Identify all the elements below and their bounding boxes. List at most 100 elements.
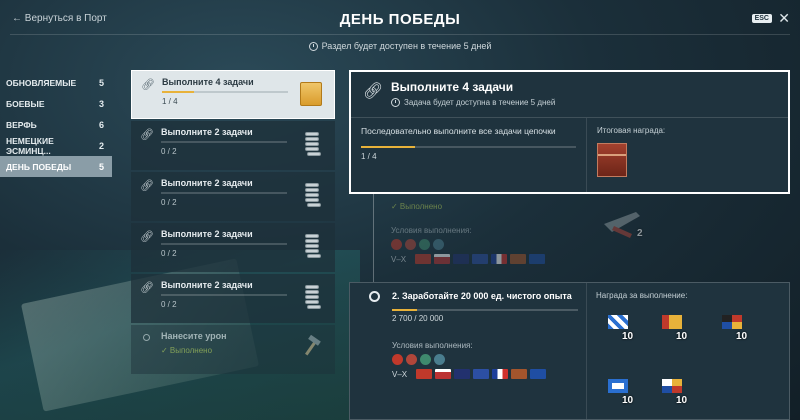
chain-link-icon: 🔗︎	[140, 180, 154, 192]
task-detail-progress-bar	[361, 146, 576, 148]
signal-count: 10	[622, 331, 634, 342]
sidebar-item-count: 3	[98, 98, 104, 109]
signal-flag-5[interactable]: 10	[662, 379, 688, 407]
signal-count: 10	[622, 395, 634, 406]
sidebar-item-combat[interactable]: БОЕВЫЕ 3	[0, 93, 112, 114]
signal-count: 10	[736, 331, 748, 342]
task-card[interactable]: 🔗︎ Выполните 2 задачи 0 / 2	[131, 223, 335, 272]
signal-flag-3[interactable]: 10	[722, 315, 748, 343]
scenario-battle-icon	[433, 239, 444, 250]
sidebar-item-label: ДЕНЬ ПОБЕДЫ	[6, 161, 72, 172]
sidebar-item-german-destroyers[interactable]: НЕМЕЦКИЕ ЭСМИНЦ... 2	[0, 135, 112, 156]
step-progress-section: 2. Заработайте 20 000 ед. чистого опыта …	[392, 291, 587, 323]
task-detail-card: 🔗︎ Выполните 4 задачи Задача будет досту…	[349, 70, 790, 194]
signal-flag-icon	[662, 315, 682, 329]
credits-coins-icon	[303, 132, 321, 156]
step1-reward-count: 2	[637, 228, 643, 239]
task-card-completed[interactable]: Нанесите урон ✓ Выполнено	[131, 325, 335, 374]
task-progress-bar	[161, 192, 287, 194]
header-divider	[10, 34, 790, 35]
signal-flag-1[interactable]: 10	[608, 315, 634, 343]
final-reward-section: Итоговая награда:	[587, 118, 675, 192]
flag-usa-icon	[435, 369, 452, 379]
step-progress-text: 2 700 / 20 000	[392, 314, 444, 323]
coop-battle-icon	[420, 354, 431, 365]
step-completed: ✓ Выполнено Условия выполнения: V–X 2	[349, 196, 790, 278]
flag-ussr-icon	[415, 254, 432, 264]
sidebar-item-victory-day[interactable]: ДЕНЬ ПОБЕДЫ 5	[0, 156, 112, 177]
task-detail-header: 🔗︎ Выполните 4 задачи Задача будет досту…	[351, 72, 788, 118]
task-card[interactable]: 🔗︎ Выполните 4 задачи 1 / 4	[131, 70, 335, 119]
task-progress-bar	[161, 141, 287, 143]
step-conditions: Условия выполнения: V–X	[391, 226, 546, 264]
tier-range: V–X	[391, 254, 407, 264]
random-battle-icon	[391, 239, 402, 250]
section-availability-text: Раздел будет доступен в течение 5 дней	[321, 41, 492, 51]
random-battle-icon	[392, 354, 403, 365]
signal-flag-4[interactable]: 10	[608, 379, 634, 407]
flag-pan-europe-icon	[472, 254, 489, 264]
signal-flag-2[interactable]: 10	[662, 315, 688, 343]
sidebar-item-shipyard[interactable]: ВЕРФЬ 6	[0, 114, 112, 135]
sidebar-item-count: 5	[98, 161, 104, 172]
task-progress-bar	[161, 243, 287, 245]
flag-pan-asia-icon	[529, 254, 546, 264]
signal-flag-icon	[608, 379, 628, 393]
clock-icon	[308, 41, 318, 51]
task-card[interactable]: 🔗︎ Выполните 2 задачи 0 / 2	[131, 121, 335, 170]
credits-coins-icon	[303, 183, 321, 207]
flag-usa-icon	[434, 254, 451, 264]
tier-range: V–X	[392, 369, 408, 379]
sidebar-item-updatable[interactable]: ОБНОВЛЯЕМЫЕ 5	[0, 72, 112, 93]
coop-battle-icon	[419, 239, 430, 250]
credits-coins-icon	[303, 234, 321, 258]
step-title: 2. Заработайте 20 000 ед. чистого опыта	[392, 291, 572, 301]
esc-key-badge: ESC	[751, 14, 772, 23]
task-availability-text: Задача будет доступна в течение 5 дней	[404, 98, 556, 107]
sidebar-item-label: НЕМЕЦКИЕ ЭСМИНЦ...	[6, 135, 54, 156]
signal-count: 10	[676, 331, 688, 342]
sidebar-item-count: 2	[98, 140, 104, 151]
chain-link-icon: 🔗︎	[140, 282, 154, 294]
task-description: Последовательно выполните все задачи цеп…	[361, 126, 556, 136]
plane-camouflage-icon	[604, 212, 640, 238]
task-availability: Задача будет доступна в течение 5 дней	[391, 98, 778, 107]
chain-link-icon: 🔗︎	[140, 129, 154, 141]
ranked-battle-icon	[406, 354, 417, 365]
scenario-battle-icon	[434, 354, 445, 365]
task-card[interactable]: 🔗︎ Выполните 2 задачи 0 / 2	[131, 274, 335, 323]
task-detail-panel: 🔗︎ Выполните 4 задачи Задача будет досту…	[349, 70, 790, 420]
conditions-label: Условия выполнения:	[391, 226, 472, 235]
sidebar-item-label: ВЕРФЬ	[6, 119, 37, 130]
step-completed-label: ✓ Выполнено	[391, 202, 443, 211]
final-reward-label: Итоговая награда:	[597, 126, 666, 135]
task-card[interactable]: 🔗︎ Выполните 2 задачи 0 / 2	[131, 172, 335, 221]
signal-flag-icon	[662, 379, 682, 393]
credits-coins-icon	[303, 285, 321, 309]
signal-flag-icon	[608, 315, 628, 329]
header: ← Вернуться в Порт ДЕНЬ ПОБЕДЫ ESC ✕	[0, 0, 800, 40]
signal-count: 10	[676, 395, 688, 406]
flag-uk-icon	[453, 254, 470, 264]
hammer-icon	[305, 335, 321, 356]
category-sidebar: ОБНОВЛЯЕМЫЕ 5 БОЕВЫЕ 3 ВЕРФЬ 6 НЕМЕЦКИЕ …	[0, 72, 112, 177]
signal-flag-icon	[722, 315, 742, 329]
flag-uk-icon	[454, 369, 471, 379]
step-progress-bar	[392, 309, 578, 311]
battle-type-icons	[391, 239, 545, 250]
sidebar-item-count: 5	[98, 77, 104, 88]
step-reward-label: Награда за выполнение:	[596, 291, 688, 300]
flag-pan-asia-icon	[530, 369, 547, 379]
step-reward-section: Награда за выполнение: 10 10 10 10 10	[596, 291, 786, 406]
task-list: 🔗︎ Выполните 4 задачи 1 / 4 🔗︎ Выполните…	[131, 70, 335, 376]
flag-commonwealth-icon	[511, 369, 528, 379]
sidebar-item-label: БОЕВЫЕ	[6, 98, 45, 109]
step-active: 2. Заработайте 20 000 ед. чистого опыта …	[349, 282, 790, 420]
task-detail-progress-section: Последовательно выполните все задачи цеп…	[351, 118, 587, 192]
supply-crate-icon[interactable]	[597, 143, 627, 177]
close-icon[interactable]: ✕	[778, 10, 790, 27]
task-detail-progress-text: 1 / 4	[361, 152, 377, 161]
chain-link-icon: 🔗︎	[140, 231, 154, 243]
battle-type-icons	[392, 354, 546, 365]
nation-flags: V–X	[391, 254, 546, 264]
